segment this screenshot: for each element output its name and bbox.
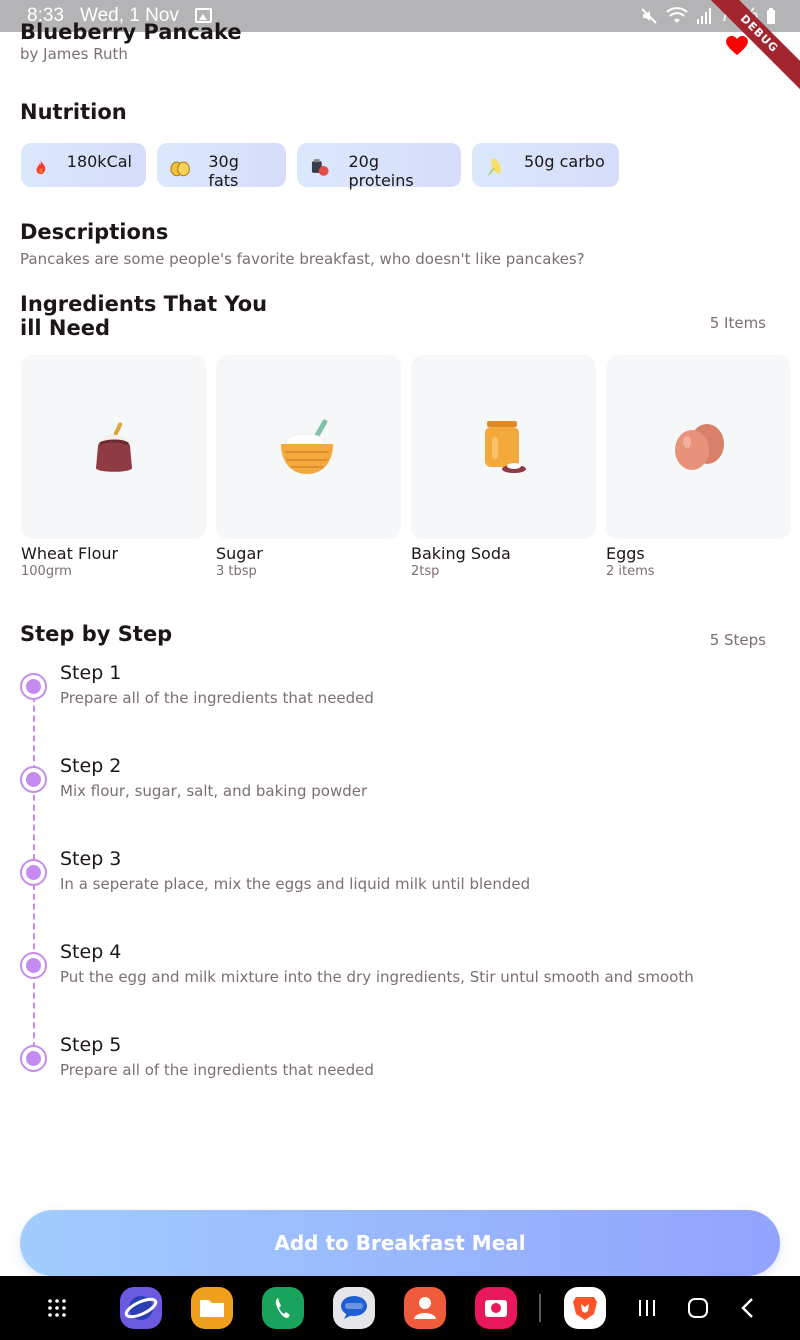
step-dot [20, 952, 47, 979]
step-dot [20, 859, 47, 886]
ingredient-qty: 100grm [21, 564, 72, 579]
steps-title: Step by Step [20, 622, 173, 646]
step-dot [20, 1045, 47, 1072]
ingredients-count: 5 Items [709, 314, 766, 332]
ingredients-title-line2: ill Need [20, 316, 110, 340]
nutrition-chips: 180kCal 30g fats 20g proteins 50g carbo [21, 143, 619, 190]
step-dot [20, 673, 47, 700]
ingredient-qty: 2 items [606, 564, 655, 579]
chip-fats: 30g fats [157, 143, 286, 190]
nutrition-title: Nutrition [20, 100, 127, 124]
corn-icon [488, 158, 501, 176]
nav-divider [539, 1294, 541, 1322]
description-text: Pancakes are some people's favorite brea… [20, 250, 585, 268]
ingredient-name: Sugar [216, 544, 263, 563]
recipe-title: Blueberry Pancake [20, 20, 242, 44]
contacts-icon[interactable] [404, 1287, 446, 1329]
ingredients-title-line1: Ingredients That You [20, 292, 268, 316]
step-desc: In a seperate place, mix the eggs and li… [60, 875, 531, 893]
phone-icon[interactable] [262, 1287, 304, 1329]
flame-icon [36, 160, 46, 175]
ingredient-card[interactable]: Sugar 3 tbsp [216, 355, 401, 579]
step-dot [20, 766, 47, 793]
step-desc: Put the egg and milk mixture into the dr… [60, 968, 694, 986]
proteins-icon [311, 159, 329, 176]
camera-icon[interactable] [475, 1287, 517, 1329]
recents-icon[interactable] [637, 1298, 657, 1318]
flour-sack-icon [95, 422, 132, 472]
ingredient-qty: 2tsp [411, 564, 440, 579]
description-title: Descriptions [20, 220, 169, 244]
apps-grid-icon[interactable] [47, 1298, 67, 1318]
egg-icon [170, 161, 190, 177]
ingredient-name: Baking Soda [411, 544, 511, 563]
ingredient-qty: 3 tbsp [216, 564, 257, 579]
ingredient-image [21, 355, 206, 539]
ingredient-card[interactable]: Eggs 2 items [606, 355, 791, 579]
internet-browser-icon[interactable] [120, 1287, 162, 1329]
add-to-breakfast-meal-button[interactable]: Add to Breakfast Meal [20, 1210, 780, 1276]
chip-calories: 180kCal [21, 143, 146, 187]
step-desc: Mix flour, sugar, salt, and baking powde… [60, 782, 368, 800]
ingredient-name: Wheat Flour [21, 544, 119, 563]
sugar-bowl-icon [280, 419, 333, 474]
step-title: Step 2 [60, 755, 122, 777]
chip-label: 180kCal [66, 152, 132, 171]
brave-browser-icon[interactable] [564, 1287, 606, 1329]
mute-icon [641, 8, 657, 24]
step-title: Step 4 [60, 941, 122, 963]
messages-icon[interactable] [333, 1287, 375, 1329]
ingredients-list: Wheat Flour 100grm Sugar 3 tbsp Baking S… [21, 355, 791, 579]
step-title: Step 5 [60, 1034, 122, 1056]
chip-carbo: 50g carbo [472, 143, 619, 187]
navigation-bar [0, 1276, 800, 1340]
baking-soda-jar-icon [484, 421, 526, 473]
ingredient-image [411, 355, 596, 539]
chip-label: 50g carbo [524, 152, 605, 171]
step-title: Step 3 [60, 848, 122, 870]
eggs-icon [674, 424, 724, 470]
steps-count: 5 Steps [709, 631, 766, 649]
ingredient-image [216, 355, 401, 539]
files-icon[interactable] [191, 1287, 233, 1329]
ingredient-name: Eggs [606, 544, 645, 563]
ingredient-image [606, 355, 791, 539]
step-desc: Prepare all of the ingredients that need… [60, 689, 374, 707]
ingredient-card[interactable]: Wheat Flour 100grm [21, 355, 206, 579]
back-icon[interactable] [740, 1297, 756, 1319]
recipe-author: by James Ruth [20, 45, 128, 63]
home-icon[interactable] [687, 1297, 709, 1319]
ingredient-card[interactable]: Baking Soda 2tsp [411, 355, 596, 579]
step-desc: Prepare all of the ingredients that need… [60, 1061, 374, 1079]
heart-icon[interactable] [726, 36, 748, 56]
step-title: Step 1 [60, 662, 122, 684]
signal-icon [696, 8, 711, 24]
battery-icon [767, 8, 775, 24]
chip-proteins: 20g proteins [297, 143, 461, 190]
wifi-icon [666, 7, 688, 23]
chip-label: 30g fats [208, 152, 239, 190]
chip-label: 20g proteins [348, 152, 414, 190]
